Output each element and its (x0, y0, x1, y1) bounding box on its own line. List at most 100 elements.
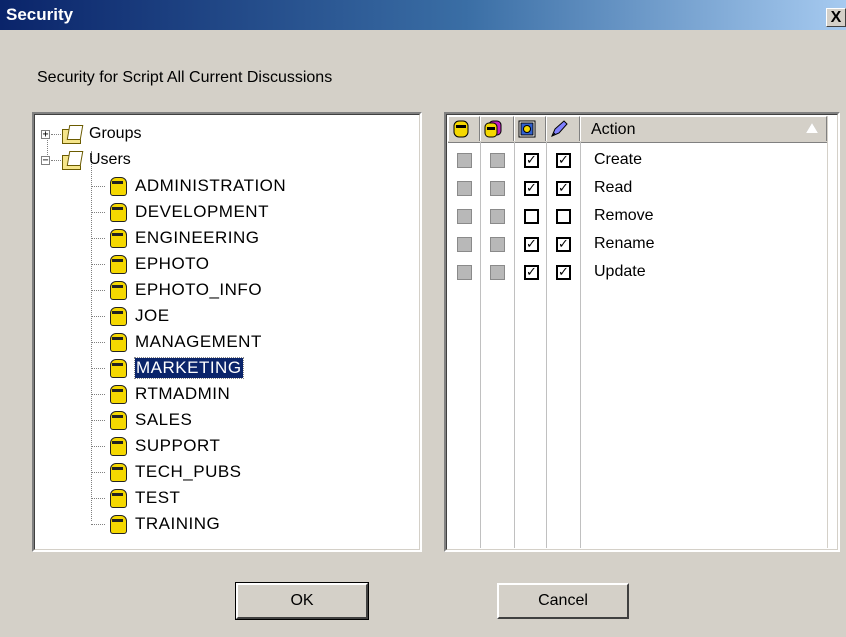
tree-label-users: Users (89, 151, 131, 168)
inherit-checkbox[interactable]: ✓ (556, 153, 571, 168)
action-row[interactable]: ✓ ✓ Create (448, 147, 827, 175)
tree-node-user[interactable]: DEVELOPMENT (91, 199, 269, 225)
action-label: Update (594, 263, 646, 280)
permission-icon (518, 120, 536, 138)
tree-connector (91, 523, 105, 525)
group-permission-checkbox (490, 181, 505, 196)
user-icon (107, 357, 129, 379)
user-icon (107, 461, 129, 483)
tree-label-user: EPHOTO (135, 254, 210, 273)
group-icon (484, 120, 502, 138)
expand-groups-button[interactable]: + (41, 129, 50, 139)
users-groups-tree[interactable]: + Groups − Users ADMINISTRATION DEVELOPME… (32, 112, 422, 552)
inherit-checkbox[interactable] (556, 209, 571, 224)
group-permission-checkbox (490, 209, 505, 224)
tree-node-user[interactable]: RTMADMIN (91, 381, 230, 407)
tree-node-users[interactable]: − Users (41, 147, 131, 173)
user-permission-checkbox (457, 153, 472, 168)
inherit-checkbox[interactable]: ✓ (556, 237, 571, 252)
tree-node-user[interactable]: MANAGEMENT (91, 329, 262, 355)
allow-checkbox[interactable]: ✓ (524, 153, 539, 168)
allow-checkbox[interactable]: ✓ (524, 265, 539, 280)
tree-node-user[interactable]: EPHOTO_INFO (91, 277, 262, 303)
inherit-checkbox[interactable]: ✓ (556, 265, 571, 280)
tree-label-groups: Groups (89, 125, 142, 142)
user-icon (107, 383, 129, 405)
user-icon (107, 227, 129, 249)
folder-open-icon (61, 150, 83, 170)
tree-node-user[interactable]: JOE (91, 303, 170, 329)
allow-checkbox[interactable]: ✓ (524, 237, 539, 252)
title-bar: Security X (0, 0, 846, 30)
permissions-list[interactable]: Action ✓ ✓ Create ✓ ✓ Read Remove ✓ ✓ Rename ✓ ✓ Upd… (444, 112, 840, 552)
tree-label-user: TRAINING (135, 514, 221, 533)
action-row[interactable]: ✓ ✓ Rename (448, 231, 827, 259)
tree-label-user: SALES (135, 410, 193, 429)
tree-node-user[interactable]: TEST (91, 485, 180, 511)
group-permission-checkbox (490, 237, 505, 252)
inherit-checkbox[interactable]: ✓ (556, 181, 571, 196)
column-header-user[interactable] (448, 116, 480, 141)
dialog-caption: Security for Script All Current Discussi… (37, 69, 333, 86)
vertical-scrollbar[interactable] (827, 116, 836, 548)
tree-label-user: EPHOTO_INFO (135, 280, 263, 299)
window-title: Security (6, 5, 74, 24)
ok-button[interactable]: OK (235, 582, 369, 620)
tree-node-user[interactable]: ADMINISTRATION (91, 173, 286, 199)
tree-node-user[interactable]: TRAINING (91, 511, 220, 537)
tree-node-user[interactable]: MARKETING (91, 355, 244, 381)
tree-connector (91, 419, 105, 421)
user-icon (107, 435, 129, 457)
tree-connector (91, 289, 105, 291)
column-header-group[interactable] (480, 116, 514, 141)
tree-connector (91, 315, 105, 317)
allow-checkbox[interactable] (524, 209, 539, 224)
tree-connector (91, 341, 105, 343)
user-permission-checkbox (457, 181, 472, 196)
user-icon (453, 120, 469, 138)
tree-node-groups[interactable]: + Groups (41, 121, 141, 147)
user-icon (107, 487, 129, 509)
tree-label-user: DEVELOPMENT (135, 202, 269, 221)
user-permission-checkbox (457, 265, 472, 280)
allow-checkbox[interactable]: ✓ (524, 181, 539, 196)
tree-inner: + Groups − Users ADMINISTRATION DEVELOPME… (34, 114, 420, 550)
edit-icon (551, 120, 568, 137)
tree-connector (91, 471, 105, 473)
collapse-users-button[interactable]: − (41, 155, 50, 165)
tree-label-user: ENGINEERING (135, 228, 260, 247)
tree-label-user: TECH_PUBS (135, 462, 242, 481)
column-header-action[interactable]: Action (580, 116, 827, 141)
user-permission-checkbox (457, 237, 472, 252)
action-label: Rename (594, 235, 655, 252)
tree-node-user[interactable]: EPHOTO (91, 251, 209, 277)
action-row[interactable]: ✓ ✓ Update (448, 259, 827, 287)
action-label: Create (594, 151, 643, 168)
action-label: Remove (594, 207, 654, 224)
user-icon (107, 279, 129, 301)
user-icon (107, 409, 129, 431)
user-icon (107, 201, 129, 223)
tree-label-user: RTMADMIN (135, 384, 231, 403)
close-button[interactable]: X (826, 8, 846, 27)
tree-connector (91, 393, 105, 395)
column-header-edit[interactable] (546, 116, 580, 141)
permissions-header: Action (448, 116, 827, 143)
group-permission-checkbox (490, 265, 505, 280)
tree-node-user[interactable]: SALES (91, 407, 192, 433)
cancel-button[interactable]: Cancel (497, 583, 629, 619)
tree-label-user: JOE (135, 306, 170, 325)
column-header-permission[interactable] (514, 116, 546, 141)
action-row[interactable]: ✓ ✓ Read (448, 175, 827, 203)
action-row[interactable]: Remove (448, 203, 827, 231)
tree-node-user[interactable]: SUPPORT (91, 433, 220, 459)
tree-connector (51, 134, 61, 135)
tree-node-user[interactable]: TECH_PUBS (91, 459, 242, 485)
tree-label-user: MANAGEMENT (135, 332, 262, 351)
tree-connector (91, 211, 105, 213)
tree-connector (91, 263, 105, 265)
tree-node-user[interactable]: ENGINEERING (91, 225, 260, 251)
tree-label-user: TEST (135, 488, 181, 507)
tree-label-user: SUPPORT (135, 436, 221, 455)
tree-label-user: MARKETING (134, 357, 244, 379)
